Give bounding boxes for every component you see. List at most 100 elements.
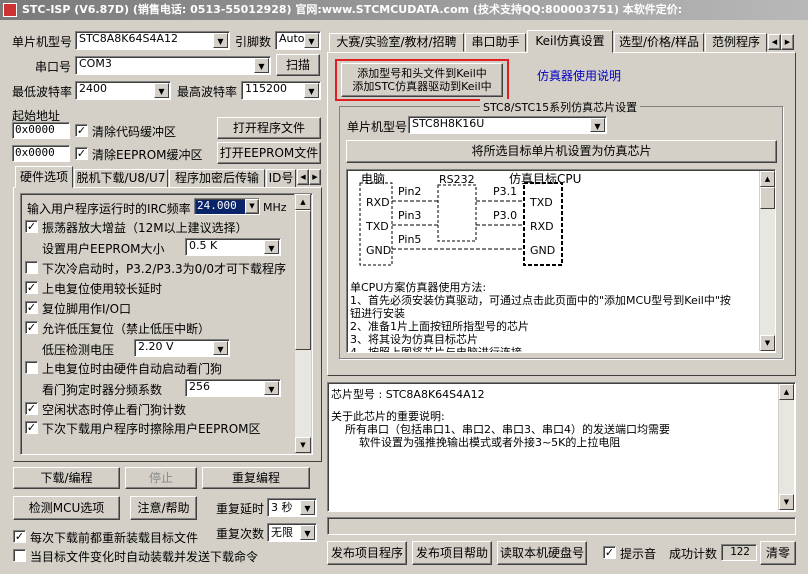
clear-eeprom-checkbox[interactable]: ✓: [75, 147, 88, 160]
emu-group-title: STC8/STC15系列仿真芯片设置: [480, 99, 641, 115]
emu-help-link[interactable]: 仿真器使用说明: [537, 67, 621, 84]
success-count-value: 122: [721, 544, 757, 561]
window-title: STC-ISP (V6.87D) (销售电话: 0513-55012928) 官…: [22, 3, 683, 16]
scroll-down-icon[interactable]: ▼: [760, 335, 775, 351]
scroll-thumb[interactable]: [760, 187, 775, 209]
chevron-down-icon: ▼: [254, 58, 269, 73]
clear-code-label: 清除代码缓冲区: [92, 125, 177, 139]
reprogram-button[interactable]: 重复编程: [202, 467, 310, 489]
max-baud-label: 最高波特率: [177, 85, 238, 99]
stop-button[interactable]: 停止: [125, 467, 197, 489]
idle-wdt-label: 空闲状态时停止看门狗计数: [42, 403, 187, 417]
code-addr-input[interactable]: 0x0000: [12, 122, 70, 139]
scroll-down-icon[interactable]: ▼: [779, 494, 794, 510]
sound-label: 提示音: [620, 547, 657, 561]
pins-select[interactable]: Auto ▼: [275, 31, 321, 50]
scroll-up-icon[interactable]: ▲: [779, 384, 794, 400]
chevron-down-icon: ▼: [154, 83, 169, 98]
pc-label: 电脑: [361, 172, 386, 186]
eeprom-size-select[interactable]: 0.5 K ▼: [185, 238, 281, 256]
info-scrollbar[interactable]: ▲ ▼: [778, 384, 794, 510]
tab-hardware[interactable]: 硬件选项: [15, 166, 73, 188]
help-button[interactable]: 注意/帮助: [130, 496, 197, 520]
chevron-down-icon: ▼: [264, 381, 279, 395]
amp-checkbox[interactable]: ✓: [25, 220, 38, 233]
mcu-type-select[interactable]: STC8A8K64S4A12 ▼: [75, 31, 230, 50]
app-icon: [3, 3, 17, 17]
set-emu-chip-button[interactable]: 将所选目标单片机设置为仿真芯片: [346, 140, 777, 163]
tab-id[interactable]: ID号: [266, 169, 296, 188]
clear-count-button[interactable]: 清零: [760, 541, 796, 565]
pc-txd: TXD: [366, 220, 389, 233]
idle-wdt-checkbox[interactable]: ✓: [25, 402, 38, 415]
tabs-scroll-right-icon[interactable]: ▶: [781, 34, 794, 50]
reload-label: 每次下载前都重新装载目标文件: [30, 531, 199, 545]
tabs-scroll-left-icon[interactable]: ◀: [768, 34, 781, 50]
irc-label: 输入用户程序运行时的IRC频率: [27, 202, 191, 216]
eeprom-addr-input[interactable]: 0x0000: [12, 145, 70, 162]
power-delay-label: 上电复位使用较长延时: [42, 282, 163, 296]
emu-mcu-select[interactable]: STC8H8K16U ▼: [408, 116, 607, 134]
tab-contest[interactable]: 大赛/实验室/教材/招聘: [329, 33, 464, 52]
success-count-label: 成功计数: [669, 547, 718, 561]
auto-reload-checkbox[interactable]: [13, 549, 26, 562]
sound-checkbox[interactable]: ✓: [603, 546, 616, 559]
tab-scroll-left[interactable]: ◀: [297, 169, 309, 185]
emu-help-scrollbar[interactable]: ▲ ▼: [759, 171, 775, 351]
scroll-up-icon[interactable]: ▲: [295, 194, 311, 210]
pc-gnd: GND: [366, 244, 392, 257]
repeat-delay-select[interactable]: 3 秒 ▼: [267, 498, 317, 517]
open-program-button[interactable]: 打开程序文件: [217, 117, 321, 139]
check-mcu-button[interactable]: 检测MCU选项: [13, 496, 120, 520]
power-delay-checkbox[interactable]: ✓: [25, 281, 38, 294]
port-select[interactable]: COM3 ▼: [75, 56, 271, 75]
watchdog-label: 上电复位时由硬件自动启动看门狗: [42, 362, 223, 376]
tab-serial-assistant[interactable]: 串口助手: [465, 33, 526, 52]
tab-keil-settings[interactable]: Keil仿真设置: [527, 30, 613, 53]
tab-scroll-right[interactable]: ▶: [309, 169, 321, 185]
scroll-down-icon[interactable]: ▼: [295, 437, 311, 453]
tab-selection-price[interactable]: 选型/价格/样品: [614, 33, 704, 52]
repeat-count-select[interactable]: 无限 ▼: [267, 523, 317, 542]
emu-text-line: 钮进行安装: [350, 307, 405, 320]
wdt-div-select[interactable]: 256 ▼: [185, 379, 281, 397]
watchdog-checkbox[interactable]: [25, 361, 38, 374]
p32-checkbox[interactable]: [25, 261, 38, 274]
low-volt-reset-checkbox[interactable]: ✓: [25, 321, 38, 334]
scroll-up-icon[interactable]: ▲: [760, 171, 775, 187]
clear-code-checkbox[interactable]: ✓: [75, 124, 88, 137]
open-eeprom-button[interactable]: 打开EEPROM文件: [217, 142, 321, 164]
emu-text-line: 2、准备1片上面按钮所指型号的芯片: [350, 320, 529, 333]
chevron-down-icon: ▼: [213, 33, 228, 48]
scan-button[interactable]: 扫描: [276, 54, 320, 76]
options-scrollbar[interactable]: ▲ ▼: [294, 194, 311, 453]
info-text-line: 软件设置为强推挽输出模式或者外接3~5K的上拉电阻: [331, 436, 621, 449]
low-volt-detect-select[interactable]: 2.20 V ▼: [134, 339, 230, 357]
chevron-down-icon: ▼: [590, 118, 605, 132]
publish-help-button[interactable]: 发布项目帮助: [412, 541, 492, 565]
chevron-down-icon: ▼: [304, 83, 319, 98]
reset-pin-label: 复位脚用作I/O口: [42, 302, 132, 316]
publish-program-button[interactable]: 发布项目程序: [327, 541, 407, 565]
reload-checkbox[interactable]: ✓: [13, 530, 26, 543]
download-button[interactable]: 下载/编程: [13, 467, 120, 489]
scroll-thumb[interactable]: [295, 210, 311, 350]
emu-mcu-label: 单片机型号: [347, 120, 408, 134]
tab-encrypt[interactable]: 程序加密后传输: [169, 169, 265, 188]
cpu-rxd: RXD: [530, 220, 554, 233]
p32-label: 下次冷启动时，P3.2/P3.3为0/0才可下载程序: [42, 262, 286, 276]
tab-offline[interactable]: 脱机下载/U8/U7: [74, 169, 168, 188]
tab-examples[interactable]: 范例程序: [705, 33, 767, 52]
emu-text-line: 1、首先必须安装仿真驱动，可通过点击此页面中的"添加MCU型号到Keil中"按: [350, 294, 731, 307]
erase-eeprom-checkbox[interactable]: ✓: [25, 421, 38, 434]
irc-dropdown[interactable]: ▼: [245, 199, 259, 214]
emu-text-line: 4、按照上图将芯片与电脑进行连接: [350, 346, 522, 352]
min-baud-select[interactable]: 2400 ▼: [75, 81, 171, 100]
amp-label: 振荡器放大增益（12M以上建议选择）: [42, 221, 248, 235]
pin5-label: Pin5: [398, 233, 422, 246]
erase-eeprom-label: 下次下载用户程序时擦除用户EEPROM区: [42, 422, 261, 436]
max-baud-select[interactable]: 115200 ▼: [241, 81, 321, 100]
reset-pin-checkbox[interactable]: ✓: [25, 301, 38, 314]
read-serial-button[interactable]: 读取本机硬盘号: [497, 541, 587, 565]
chevron-down-icon: ▼: [264, 240, 279, 254]
